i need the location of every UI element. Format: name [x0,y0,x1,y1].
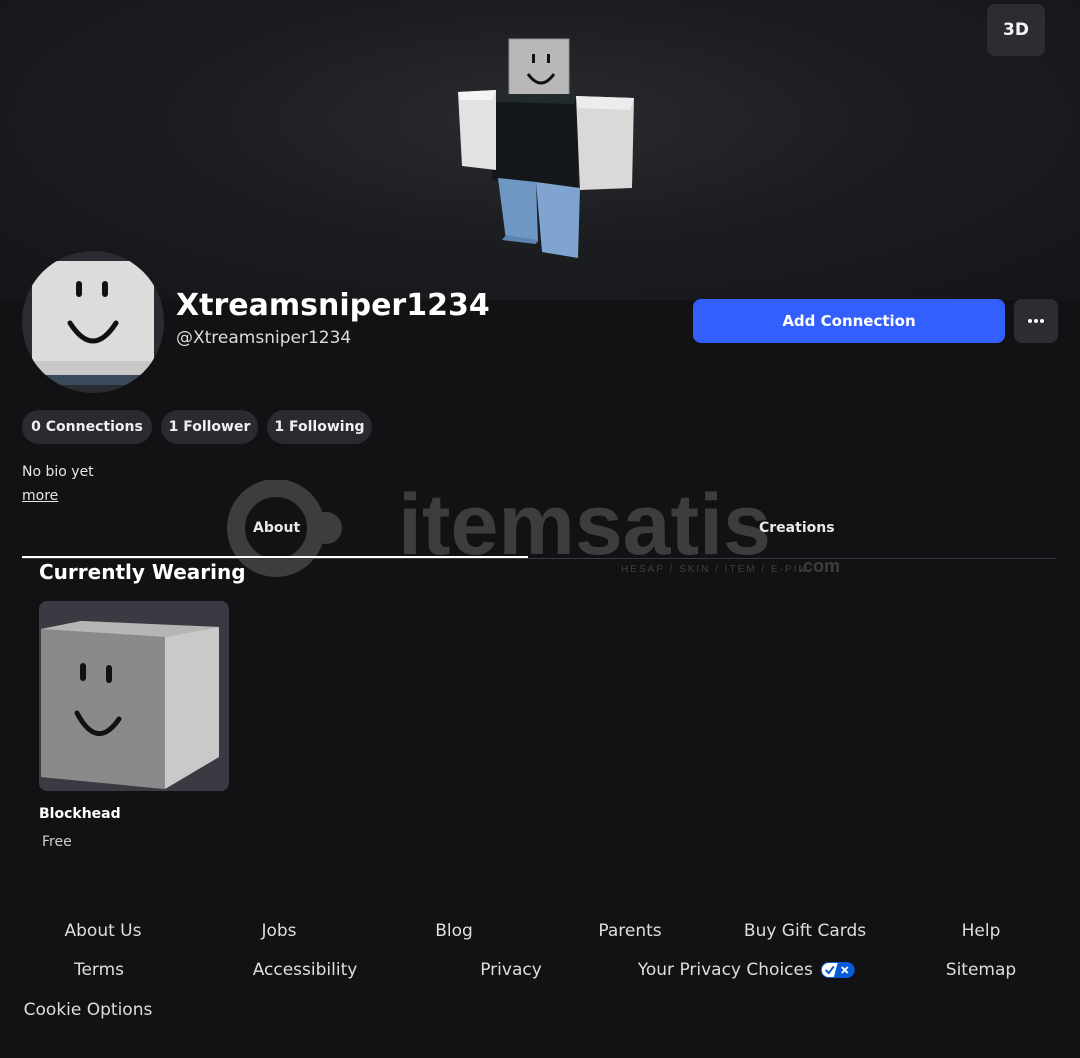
bio-text: No bio yet [22,464,94,480]
avatar-headshot[interactable] [22,251,164,393]
watermark-brand: itemsatis [398,480,771,573]
bio-more-link[interactable]: more [22,488,58,504]
footer-link-accessibility[interactable]: Accessibility [253,960,358,980]
tab-creations[interactable]: Creations [759,520,835,536]
worn-item-name[interactable]: Blockhead [39,806,121,822]
watermark-tagline: HESAP / SKIN / ITEM / E-PIN [621,564,808,575]
privacy-choices-toggle-icon [820,962,855,978]
avatar-hero: 3D [0,0,1080,300]
active-tab-indicator [22,556,528,558]
profile-page: 3D Xtreamsniper1234 @Xtreamsniper1234 Ad… [0,0,1080,1058]
watermark-suffix: .com [798,556,840,576]
footer-link-about-us[interactable]: About Us [65,921,142,941]
avatar-3d-render [458,38,634,258]
blockhead-icon [41,621,219,789]
username: @Xtreamsniper1234 [176,328,352,348]
footer-link-your-privacy-choices[interactable]: Your Privacy Choices [638,960,855,980]
footer-link-help[interactable]: Help [962,921,1001,941]
tab-about[interactable]: About [253,520,300,536]
footer-link-terms[interactable]: Terms [74,960,124,980]
worn-item-card[interactable] [39,601,229,791]
footer-link-parents[interactable]: Parents [598,921,661,941]
display-name: Xtreamsniper1234 [176,288,490,323]
footer-link-blog[interactable]: Blog [435,921,473,941]
more-options-button[interactable] [1014,299,1058,343]
add-connection-button[interactable]: Add Connection [693,299,1005,343]
connections-count-pill[interactable]: 0 Connections [22,410,152,444]
followers-count-pill[interactable]: 1 Follower [161,410,258,444]
headshot-image [32,261,154,385]
following-count-pill[interactable]: 1 Following [267,410,372,444]
currently-wearing-title: Currently Wearing [39,560,246,584]
tabs-divider [22,558,1056,559]
worn-item-price: Free [42,834,72,850]
ellipsis-icon [1028,319,1044,323]
footer-link-sitemap[interactable]: Sitemap [946,960,1016,980]
privacy-choices-label: Your Privacy Choices [637,960,813,980]
view-3d-toggle-button[interactable]: 3D [987,4,1045,56]
footer-link-buy-gift-cards[interactable]: Buy Gift Cards [744,921,866,941]
footer-link-privacy[interactable]: Privacy [480,960,542,980]
footer-link-jobs[interactable]: Jobs [261,921,296,941]
footer-link-cookie-options[interactable]: Cookie Options [24,1000,153,1020]
